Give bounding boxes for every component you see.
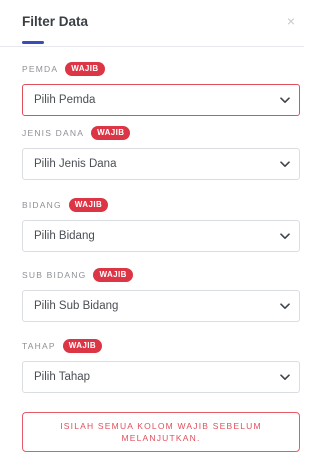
panel-title: Filter Data (22, 14, 89, 29)
field-label-bidang: BIDANG (22, 200, 62, 210)
jenis-dana-select-value: Pilih Jenis Dana (34, 158, 117, 170)
tahap-select[interactable]: Pilih Tahap (22, 361, 300, 393)
panel-header: Filter Data × (0, 0, 304, 47)
required-badge: WAJIB (93, 268, 133, 282)
sub-bidang-select-value: Pilih Sub Bidang (34, 300, 119, 312)
required-badge: WAJIB (65, 62, 105, 76)
field-label-pemda: PEMDA (22, 64, 59, 74)
filter-panel: Filter Data × PEMDA WAJIB Pilih Pemda JE… (0, 0, 304, 470)
pemda-select[interactable]: Pilih Pemda (22, 84, 300, 116)
title-underline (22, 41, 44, 44)
chevron-down-icon (280, 96, 290, 104)
field-pemda: PEMDA WAJIB Pilih Pemda (22, 60, 300, 116)
field-label-jenis-dana: JENIS DANA (22, 128, 85, 138)
tahap-select-value: Pilih Tahap (34, 371, 91, 383)
field-label-tahap: TAHAP (22, 341, 56, 351)
pemda-select-value: Pilih Pemda (34, 94, 96, 106)
bidang-select-value: Pilih Bidang (34, 230, 95, 242)
field-tahap: TAHAP WAJIB Pilih Tahap (22, 337, 300, 393)
required-badge: WAJIB (91, 126, 131, 140)
sub-bidang-select[interactable]: Pilih Sub Bidang (22, 290, 300, 322)
required-badge: WAJIB (68, 198, 109, 212)
bidang-select[interactable]: Pilih Bidang (22, 220, 300, 252)
chevron-down-icon (280, 232, 290, 240)
field-jenis-dana: JENIS DANA WAJIB Pilih Jenis Dana (22, 124, 300, 180)
close-icon[interactable]: × (287, 14, 295, 28)
field-sub-bidang: SUB BIDANG WAJIB Pilih Sub Bidang (22, 266, 300, 322)
chevron-down-icon (280, 302, 290, 310)
chevron-down-icon (280, 373, 290, 381)
field-bidang: BIDANG WAJIB Pilih Bidang (22, 196, 300, 252)
required-badge: WAJIB (62, 339, 103, 353)
chevron-down-icon (280, 160, 290, 168)
validation-alert: ISILAH SEMUA KOLOM WAJIB SEBELUM MELANJU… (22, 412, 300, 452)
field-label-sub-bidang: SUB BIDANG (22, 270, 87, 280)
jenis-dana-select[interactable]: Pilih Jenis Dana (22, 148, 300, 180)
